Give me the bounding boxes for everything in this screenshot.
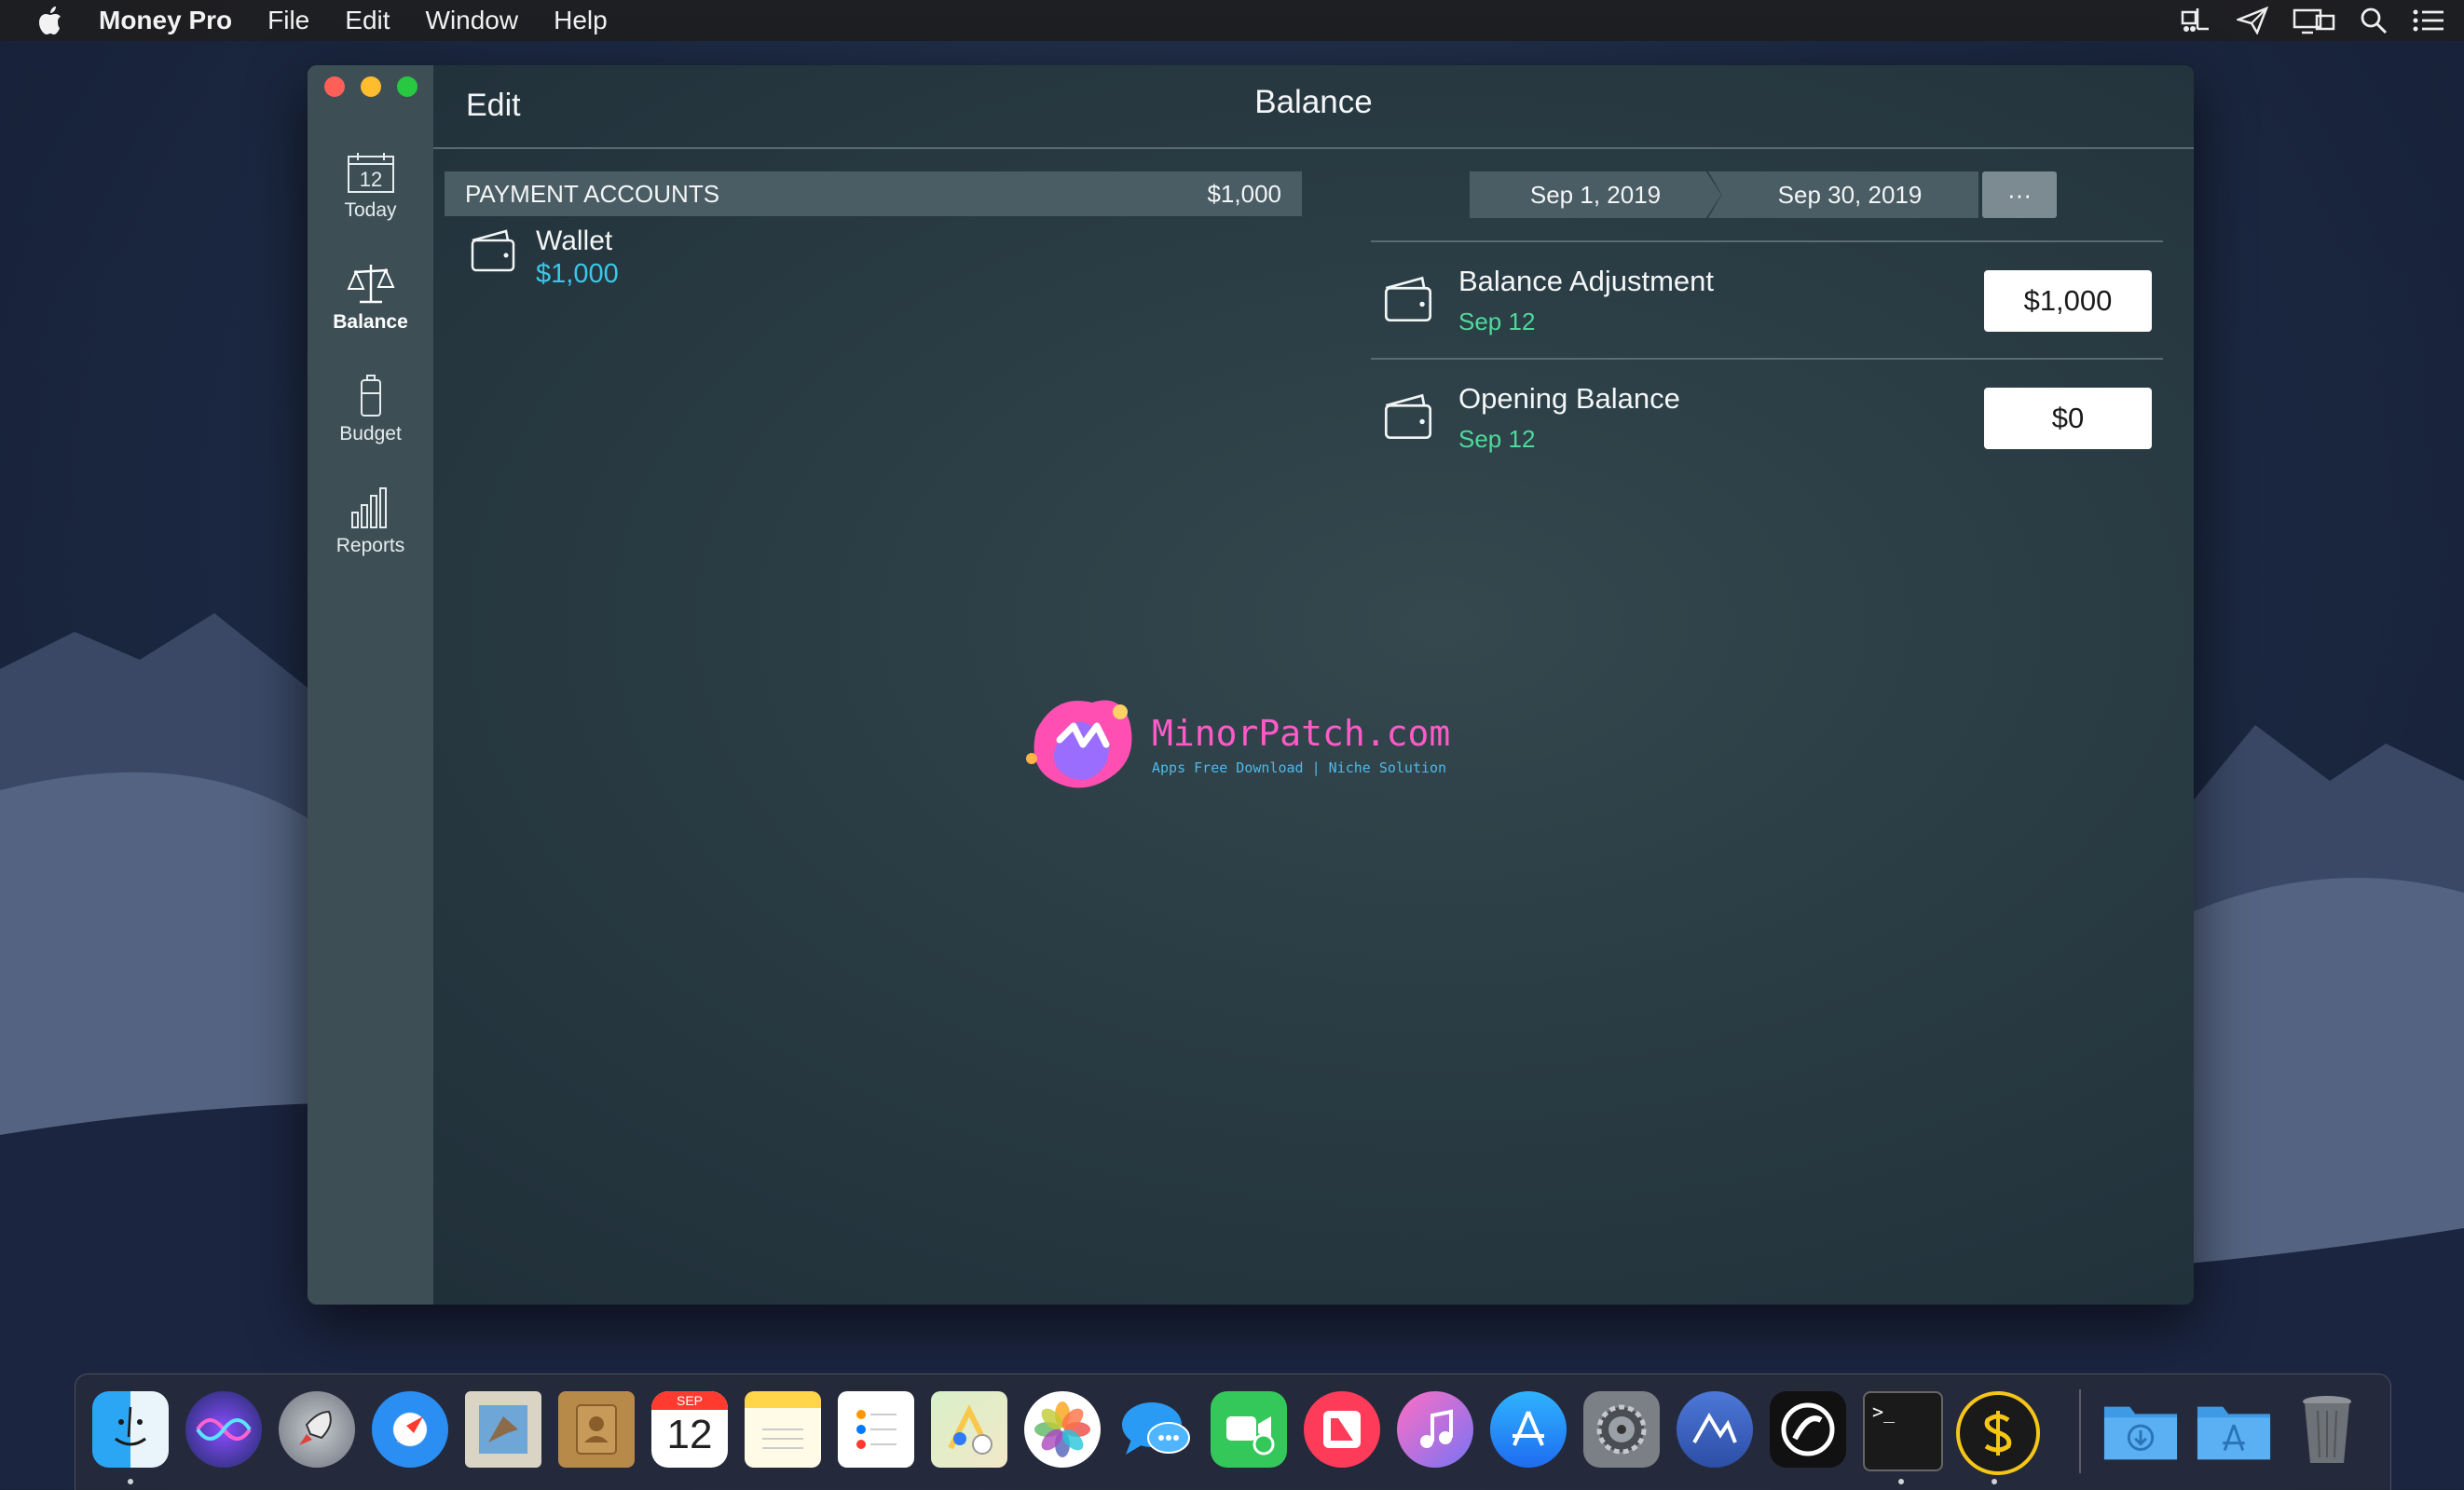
finder-icon[interactable] bbox=[92, 1391, 169, 1468]
launchpad-icon[interactable] bbox=[279, 1391, 355, 1468]
transaction-name: Balance Adjustment bbox=[1458, 265, 1715, 297]
sidebar-item-label: Today bbox=[344, 199, 397, 221]
end-date-button[interactable]: Sep 30, 2019 bbox=[1708, 171, 1978, 218]
transaction-date: Sep 12 bbox=[1458, 425, 1536, 453]
sidebar-item-balance[interactable]: Balance bbox=[308, 261, 433, 334]
system-preferences-icon[interactable] bbox=[1583, 1391, 1660, 1468]
window-controls bbox=[324, 76, 418, 97]
trash-icon[interactable] bbox=[2289, 1391, 2365, 1468]
wallet-icon bbox=[1384, 393, 1432, 440]
calendar-day: 12 bbox=[359, 168, 381, 191]
running-indicator bbox=[128, 1479, 133, 1484]
money-pro-icon[interactable] bbox=[1956, 1391, 2040, 1475]
bar-chart-icon bbox=[350, 487, 387, 528]
watermark: MinorPatch.com Apps Free Download | Nich… bbox=[1018, 693, 1450, 796]
itunes-icon[interactable] bbox=[1397, 1391, 1473, 1468]
battery-icon bbox=[360, 375, 381, 417]
transaction-row[interactable]: Balance Adjustment Sep 12 $1,000 bbox=[1371, 240, 2163, 358]
dock: SEP 12 >_ bbox=[75, 1374, 2391, 1490]
menu-file[interactable]: File bbox=[267, 6, 309, 35]
more-options-button[interactable]: ··· bbox=[1982, 171, 2057, 218]
menu-bar: Money Pro File Edit Window Help bbox=[0, 0, 2464, 41]
affinity-icon[interactable] bbox=[1677, 1391, 1753, 1468]
menu-edit[interactable]: Edit bbox=[345, 6, 390, 35]
transaction-row[interactable]: Opening Balance Sep 12 $0 bbox=[1371, 358, 2163, 475]
terminal-icon[interactable]: >_ bbox=[1863, 1391, 1943, 1471]
calendar-month: SEP bbox=[651, 1391, 728, 1410]
notification-center-icon[interactable] bbox=[2412, 7, 2445, 34]
calendar-app-icon[interactable]: SEP 12 bbox=[651, 1391, 728, 1468]
mail-icon[interactable] bbox=[465, 1391, 541, 1468]
main-panel: Edit Balance PAYMENT ACCOUNTS $1,000 Wal… bbox=[433, 65, 2194, 1305]
safari-icon[interactable] bbox=[372, 1391, 448, 1468]
applications-folder-icon[interactable] bbox=[2196, 1391, 2272, 1468]
page-title: Balance bbox=[1254, 84, 1373, 120]
calendar-icon: 12 bbox=[347, 153, 394, 193]
sidebar-item-reports[interactable]: Reports bbox=[308, 485, 433, 557]
watermark-subtitle: Apps Free Download | Niche Solution bbox=[1152, 759, 1447, 776]
start-date-button[interactable]: Sep 1, 2019 bbox=[1470, 171, 1721, 218]
close-window-button[interactable] bbox=[324, 76, 345, 97]
display-mirror-icon[interactable] bbox=[2293, 7, 2335, 34]
wallet-icon bbox=[471, 229, 515, 272]
section-total: $1,000 bbox=[1207, 179, 1281, 208]
contacts-icon[interactable] bbox=[558, 1391, 635, 1468]
date-range-selector: Sep 1, 2019 Sep 30, 2019 ··· bbox=[1470, 171, 2057, 218]
sidebar-item-budget[interactable]: Budget bbox=[308, 373, 433, 445]
transaction-name: Opening Balance bbox=[1458, 382, 1680, 415]
notes-icon[interactable] bbox=[745, 1391, 821, 1468]
paper-plane-icon[interactable] bbox=[2237, 7, 2268, 34]
payment-accounts-header[interactable]: PAYMENT ACCOUNTS $1,000 bbox=[445, 171, 1302, 216]
money-pro-window: 12 Today Balance Budget Reports Edit Bal… bbox=[308, 65, 2194, 1305]
wallet-icon bbox=[1384, 276, 1432, 322]
menu-window[interactable]: Window bbox=[426, 6, 519, 35]
account-amount: $1,000 bbox=[536, 259, 619, 289]
dock-separator bbox=[2079, 1389, 2081, 1473]
terminal-prompt: >_ bbox=[1872, 1401, 1896, 1423]
running-indicator bbox=[1898, 1479, 1904, 1484]
zoom-window-button[interactable] bbox=[397, 76, 418, 97]
messages-icon[interactable] bbox=[1117, 1391, 1194, 1468]
account-name: Wallet bbox=[536, 226, 613, 256]
sidebar-item-label: Reports bbox=[335, 535, 405, 556]
menu-app-name[interactable]: Money Pro bbox=[99, 6, 232, 35]
transaction-amount[interactable]: $1,000 bbox=[1984, 270, 2152, 332]
transaction-date: Sep 12 bbox=[1458, 308, 1536, 335]
scale-icon bbox=[346, 265, 395, 304]
transaction-list: Balance Adjustment Sep 12 $1,000 Opening… bbox=[1371, 240, 2163, 475]
watermark-logo-icon bbox=[1026, 700, 1132, 788]
menu-help[interactable]: Help bbox=[554, 6, 608, 35]
spotlight-search-icon[interactable] bbox=[2360, 7, 2388, 34]
forklift-icon[interactable] bbox=[2179, 7, 2212, 34]
running-indicator bbox=[1992, 1479, 1997, 1484]
sidebar-item-label: Balance bbox=[333, 311, 408, 333]
facetime-icon[interactable] bbox=[1211, 1391, 1287, 1468]
apple-menu-icon[interactable] bbox=[37, 6, 65, 35]
account-item-wallet[interactable]: Wallet $1,000 bbox=[469, 226, 619, 290]
app-store-icon[interactable] bbox=[1490, 1391, 1567, 1468]
sidebar: 12 Today Balance Budget Reports bbox=[308, 65, 433, 1305]
watermark-title: MinorPatch.com bbox=[1152, 713, 1451, 754]
sketch-alt-icon[interactable] bbox=[1770, 1391, 1846, 1468]
sidebar-item-today[interactable]: 12 Today bbox=[308, 151, 433, 222]
transaction-amount[interactable]: $0 bbox=[1984, 388, 2152, 449]
toolbar: Edit Balance bbox=[433, 65, 2194, 149]
calendar-day: 12 bbox=[666, 1412, 713, 1457]
maps-icon[interactable] bbox=[931, 1391, 1007, 1468]
reminders-icon[interactable] bbox=[838, 1391, 914, 1468]
photos-icon[interactable] bbox=[1024, 1391, 1101, 1468]
news-icon[interactable] bbox=[1304, 1391, 1380, 1468]
downloads-folder-icon[interactable] bbox=[2102, 1391, 2179, 1468]
minimize-window-button[interactable] bbox=[361, 76, 381, 97]
siri-icon[interactable] bbox=[185, 1391, 262, 1468]
sidebar-item-label: Budget bbox=[339, 423, 402, 444]
section-title: PAYMENT ACCOUNTS bbox=[465, 179, 720, 208]
